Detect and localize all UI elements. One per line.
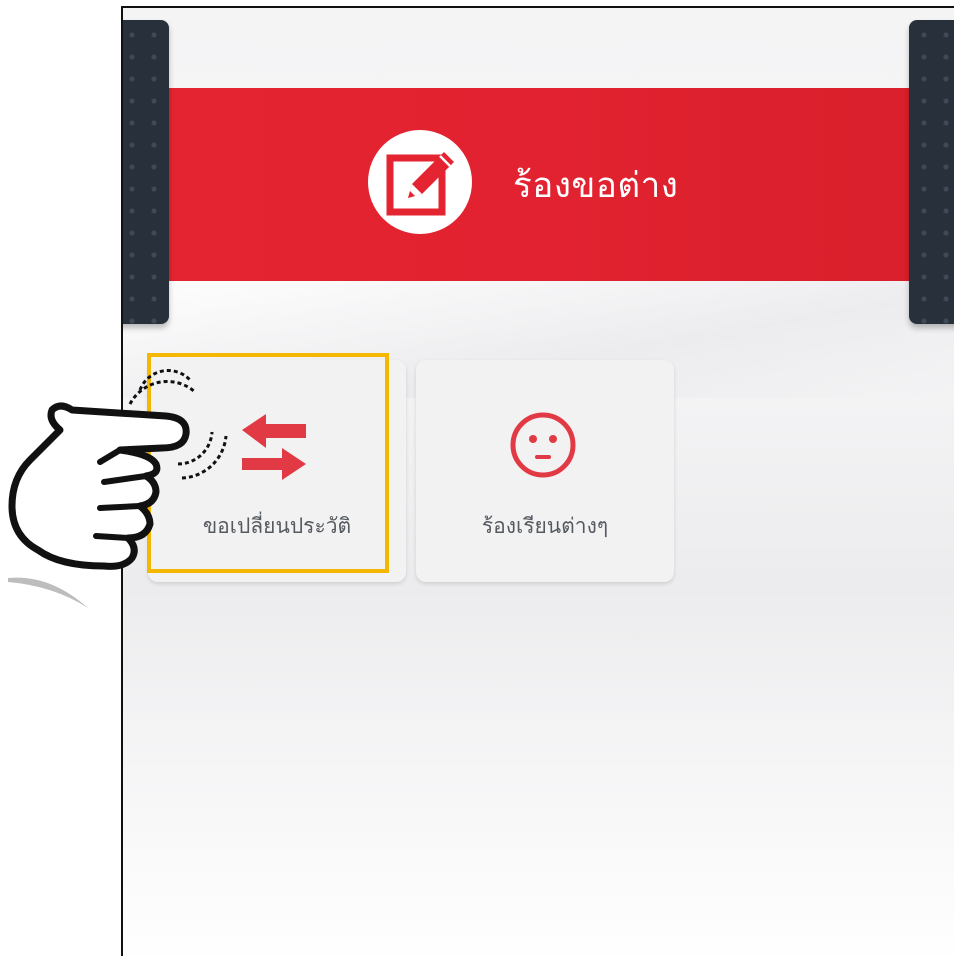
menu-item-complaints[interactable]: ร้องเรียนต่างๆ (416, 360, 674, 582)
app-stage: ร้องขอต่าง ขอเปลี่ยนประวัติ ร้องเรียนต่า… (0, 0, 954, 956)
menu-item-label: ร้องเรียนต่างๆ (481, 514, 609, 538)
pointing-hand-icon (0, 360, 240, 620)
right-side-tab (909, 20, 954, 324)
left-side-tab (123, 20, 169, 324)
edit-note-icon (368, 130, 472, 234)
page-title: ร้องขอต่าง (513, 166, 679, 206)
header-banner: ร้องขอต่าง (123, 88, 954, 281)
neutral-face-icon (508, 410, 578, 484)
